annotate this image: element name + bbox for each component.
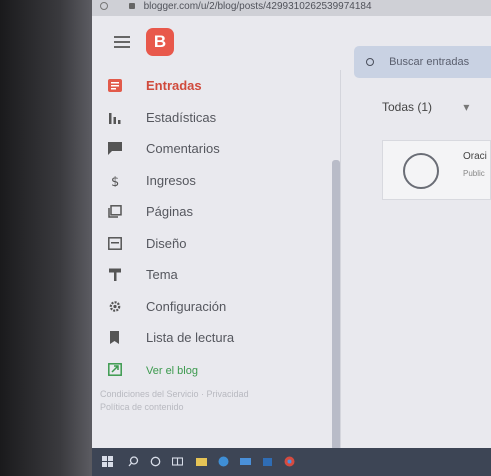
post-status: Public [463,169,485,178]
url-text[interactable]: blogger.com/u/2/blog/posts/4299310262539… [144,1,372,12]
reload-icon[interactable] [100,2,108,10]
posts-icon [108,79,122,92]
search-icon [366,58,374,66]
sidebar-item-ingresos[interactable]: $ Ingresos [108,169,328,193]
blogger-logo[interactable]: B [146,28,174,56]
windows-start-icon[interactable] [102,456,113,467]
windows-taskbar [92,448,491,476]
sidebar-item-paginas[interactable]: Páginas [108,200,328,224]
address-bar[interactable]: blogger.com/u/2/blog/posts/4299310262539… [92,0,491,16]
edge-browser-icon[interactable] [218,456,229,467]
sidebar-item-comentarios[interactable]: Comentarios [108,137,328,161]
filter-tab-label: Todas (1) [382,100,433,114]
filter-tab-todas[interactable]: Todas (1) ▾ [382,100,469,114]
store-icon[interactable] [262,456,273,467]
dropdown-icon[interactable]: ▾ [463,100,469,114]
sidebar-item-entradas[interactable]: Entradas [108,74,328,98]
comments-icon [108,142,122,155]
sidebar-item-tema[interactable]: Tema [108,263,328,287]
footer-links[interactable]: Condiciones del Servicio · Privacidad [100,388,320,401]
post-list-item[interactable]: Oraci Public [382,140,491,200]
search-input[interactable]: Buscar entradas [354,46,491,78]
post-title[interactable]: Oraci [463,151,487,162]
sidebar-item-estadisticas[interactable]: Estadísticas [108,106,328,130]
search-placeholder: Buscar entradas [389,56,470,68]
external-link-icon [108,363,122,376]
sidebar-scrollbar[interactable] [332,160,340,450]
chrome-icon[interactable] [284,456,295,467]
search-taskbar-icon[interactable] [128,456,139,467]
file-explorer-icon[interactable] [196,456,207,467]
theme-icon [109,268,121,281]
layout-icon [108,237,122,250]
menu-icon[interactable] [114,36,130,48]
task-view-icon[interactable] [172,456,183,467]
dollar-icon: $ [111,175,119,187]
sidebar-footer: Condiciones del Servicio · Privacidad Po… [100,388,320,414]
bookmark-icon [110,331,119,344]
cortana-icon[interactable] [150,456,161,467]
post-thumbnail-icon [403,153,439,189]
svg-text:$: $ [111,175,119,187]
gear-icon [109,301,121,312]
sidebar-item-configuracion[interactable]: Configuración [108,295,328,319]
browser-screen: blogger.com/u/2/blog/posts/4299310262539… [92,0,491,462]
sidebar-item-ver-el-blog[interactable]: Ver el blog [108,358,328,382]
sidebar-divider [340,70,341,462]
sidebar-item-diseno[interactable]: Diseño [108,232,328,256]
sidebar-item-lista-de-lectura[interactable]: Lista de lectura [108,326,328,350]
footer-policy[interactable]: Política de contenido [100,401,320,414]
pages-icon [108,205,122,218]
lock-icon [128,3,135,9]
stats-icon [109,113,121,124]
mail-icon[interactable] [240,456,251,467]
